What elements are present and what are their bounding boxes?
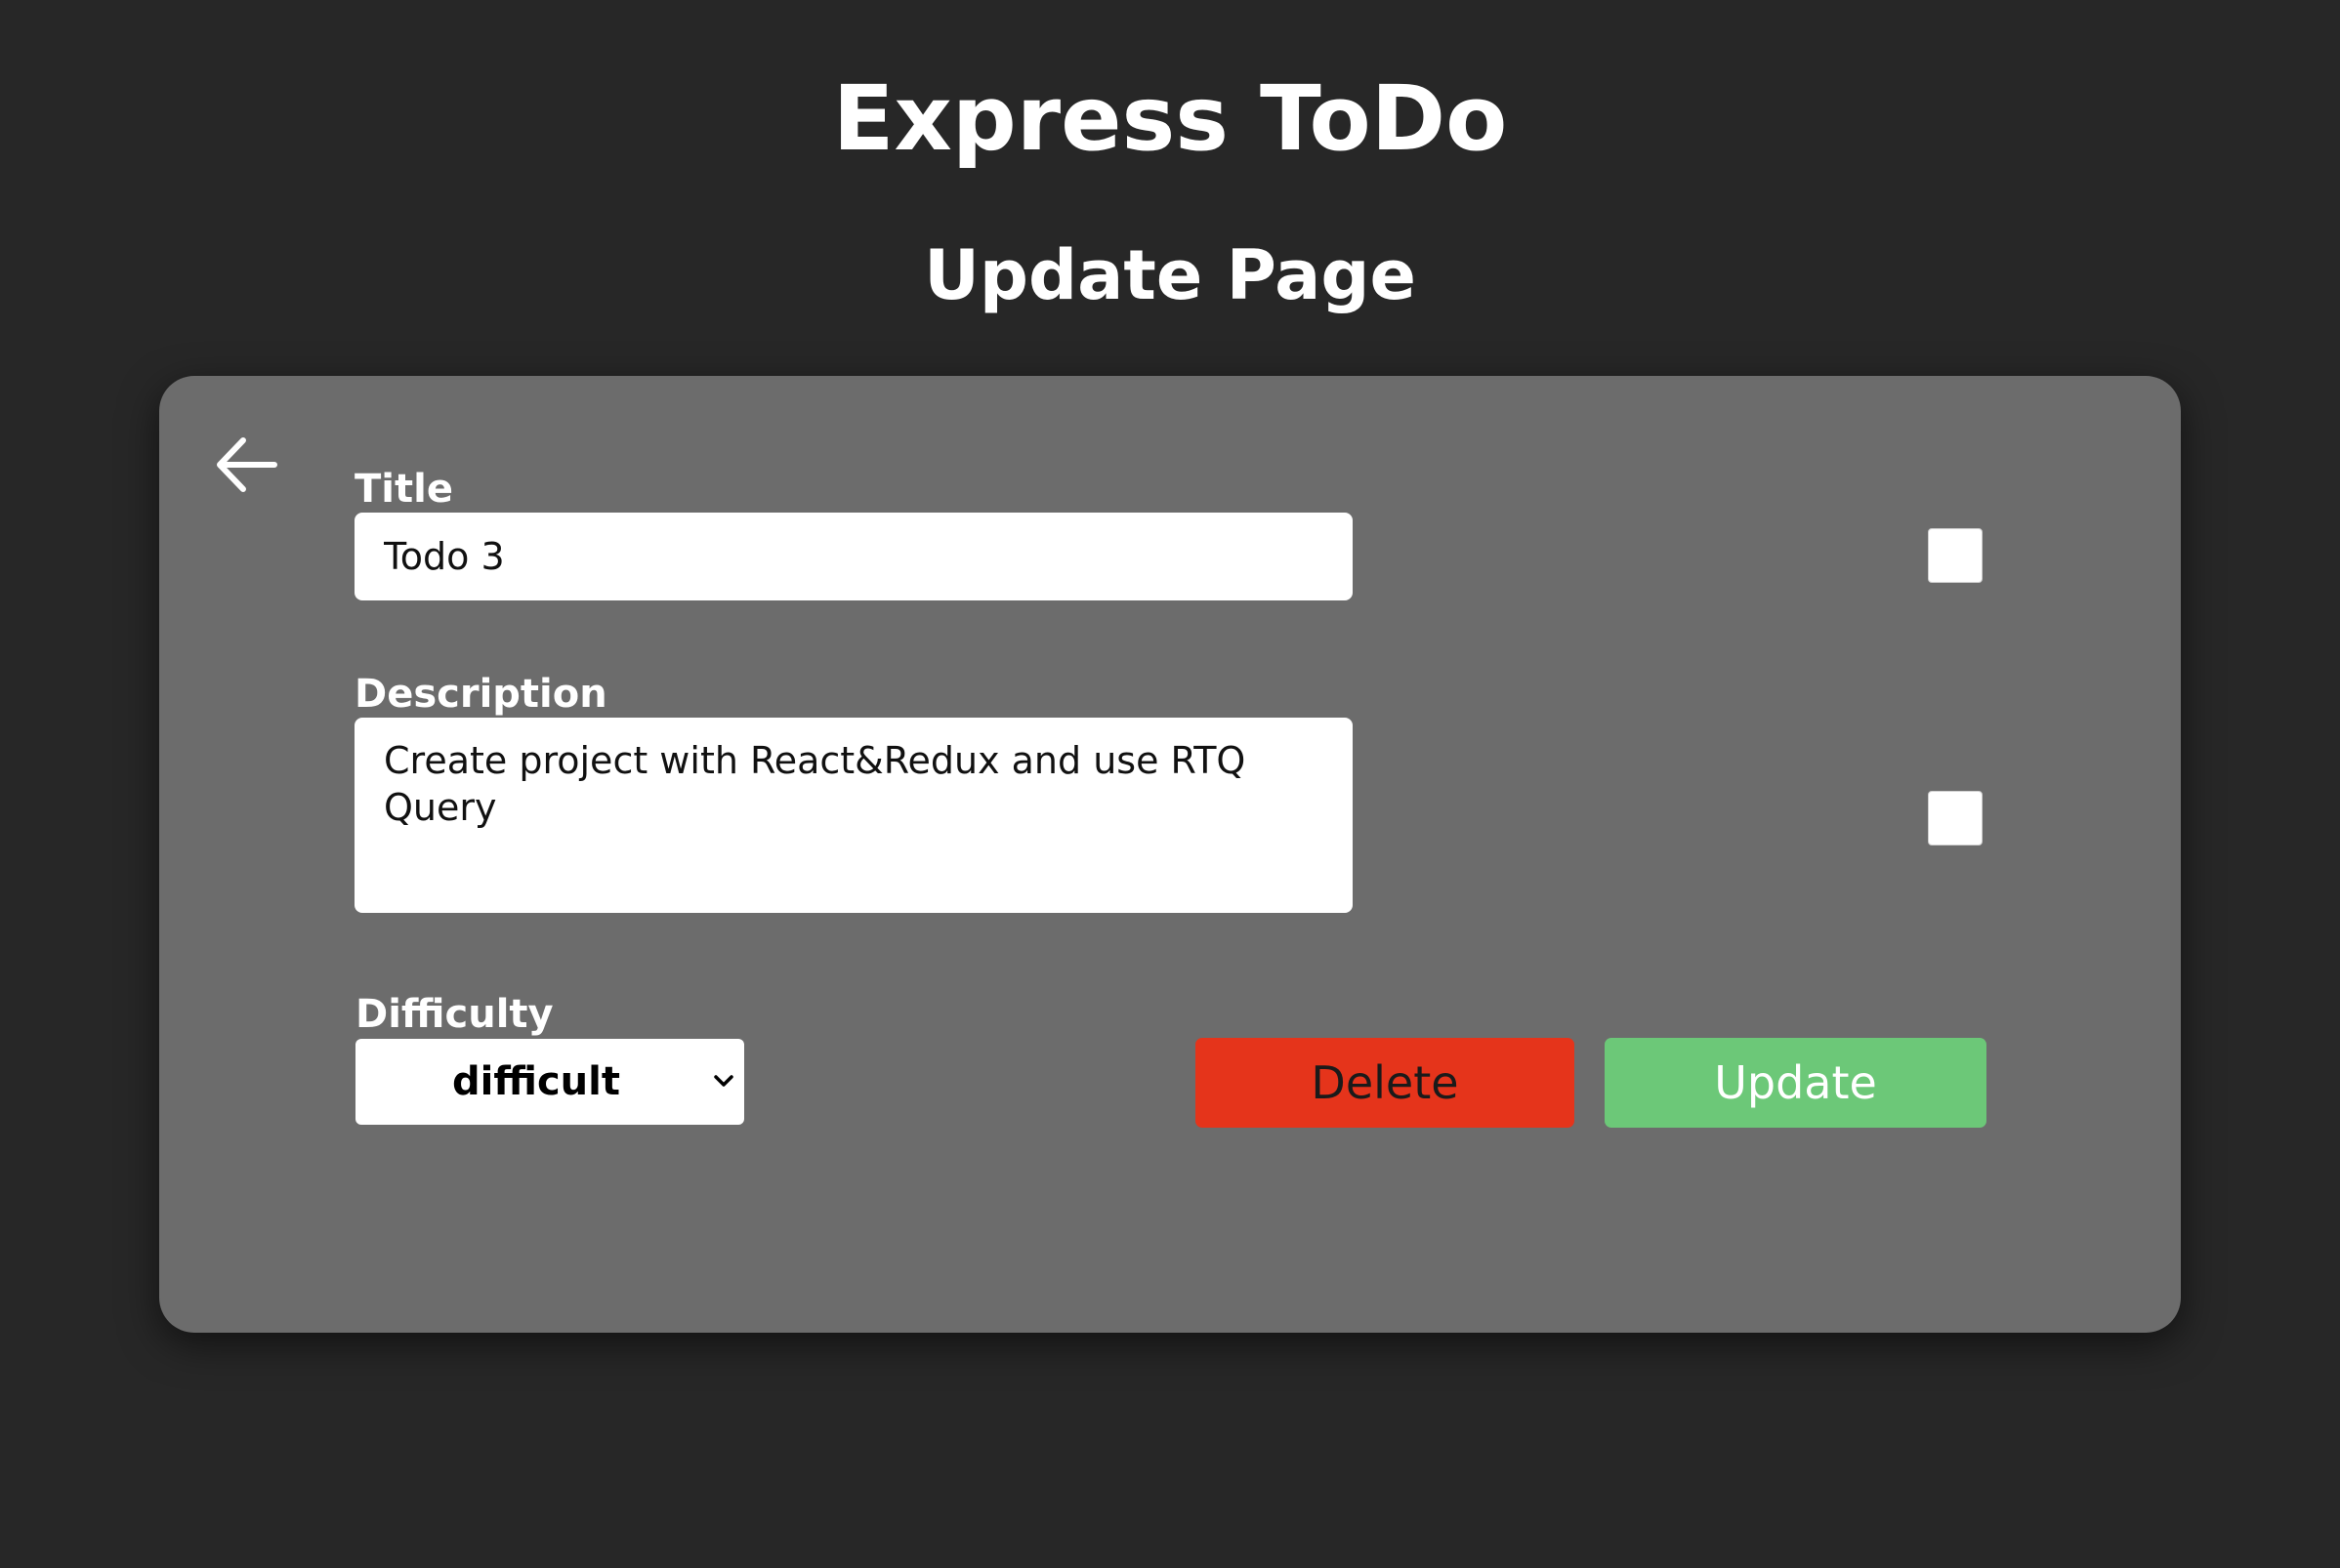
update-form-card: Title Description Create project with Re… <box>159 376 2181 1333</box>
update-button[interactable]: Update <box>1605 1038 1986 1128</box>
back-button[interactable] <box>214 434 278 495</box>
description-textarea[interactable]: Create project with React&Redux and use … <box>355 718 1353 913</box>
difficulty-selected-value: difficult <box>452 1059 620 1104</box>
title-label: Title <box>355 467 453 512</box>
important-label: Important <box>964 797 1186 842</box>
page-title: Update Page <box>924 235 1416 315</box>
important-checkbox[interactable] <box>1928 791 1983 846</box>
difficulty-select[interactable]: difficult <box>355 1039 744 1125</box>
title-input[interactable] <box>355 513 1353 600</box>
finished-checkbox[interactable] <box>1928 528 1983 583</box>
app-title: Express ToDo <box>832 66 1508 171</box>
chevron-down-icon <box>714 1075 733 1087</box>
description-label: Description <box>355 672 607 717</box>
arrow-left-icon <box>217 437 277 492</box>
finished-label: Finished <box>998 533 1186 578</box>
difficulty-label: Difficulty <box>355 992 554 1037</box>
delete-button[interactable]: Delete <box>1195 1038 1574 1128</box>
